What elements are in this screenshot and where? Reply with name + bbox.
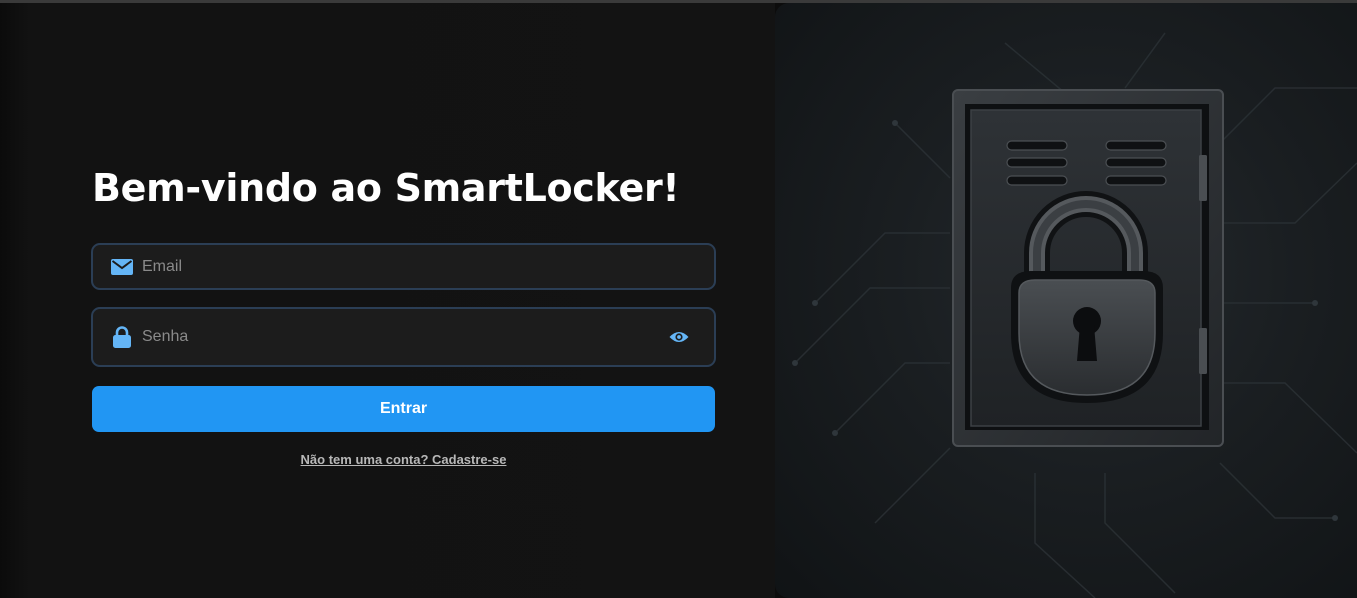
login-panel: Bem-vindo ao SmartLocker! Email Entrar N… bbox=[0, 3, 775, 598]
login-button[interactable]: Entrar bbox=[92, 386, 715, 432]
page-title: Bem-vindo ao SmartLocker! bbox=[92, 166, 680, 210]
eye-icon[interactable] bbox=[668, 326, 690, 348]
illustration-panel bbox=[775, 3, 1357, 598]
login-page: Bem-vindo ao SmartLocker! Email Entrar N… bbox=[0, 0, 1357, 598]
locker-padlock-illustration bbox=[792, 32, 1357, 598]
password-field[interactable] bbox=[91, 307, 716, 367]
email-field[interactable] bbox=[91, 243, 716, 290]
password-input[interactable] bbox=[142, 309, 668, 365]
email-input[interactable] bbox=[142, 245, 714, 288]
lock-icon bbox=[111, 326, 133, 348]
signup-link[interactable]: Não tem uma conta? Cadastre-se bbox=[92, 452, 715, 467]
envelope-icon bbox=[111, 256, 133, 278]
